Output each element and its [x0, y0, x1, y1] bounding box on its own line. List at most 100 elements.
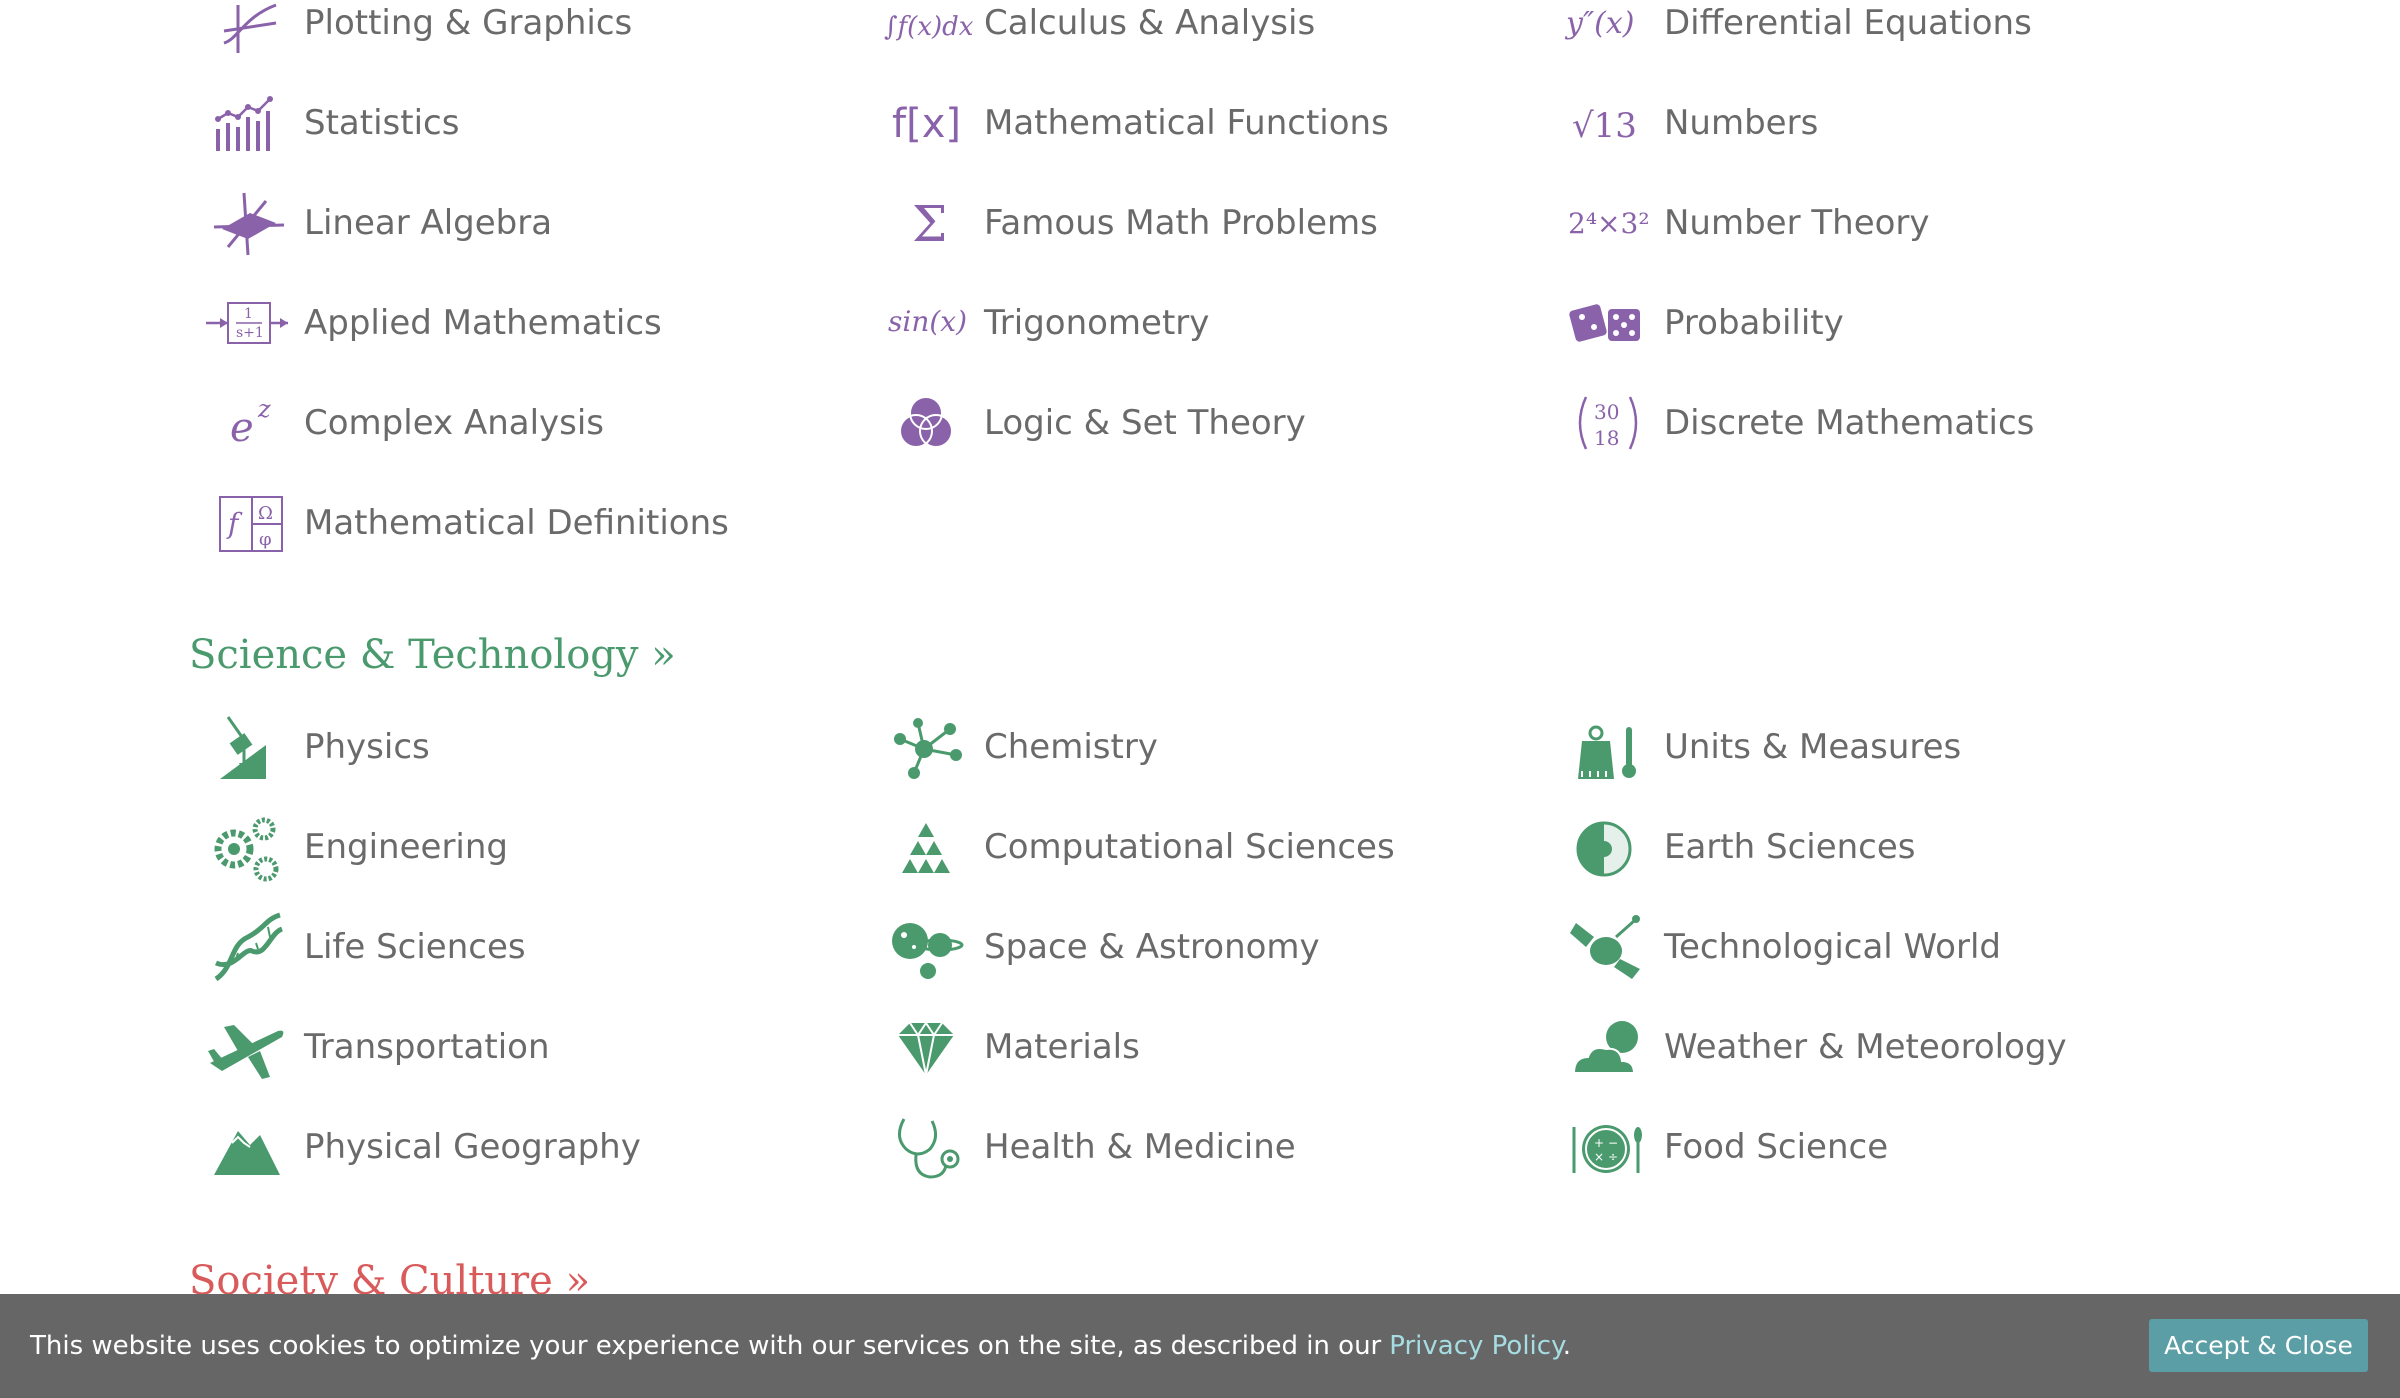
svg-text:sin(x): sin(x) — [888, 305, 967, 338]
svg-text:+: + — [1594, 1136, 1604, 1150]
venn-diagram-icon — [880, 381, 972, 465]
topic-label: Health & Medicine — [984, 1127, 1296, 1167]
sqrt-icon: √13 — [1560, 81, 1652, 165]
topic-label: Linear Algebra — [304, 203, 553, 243]
topic-label: Logic & Set Theory — [984, 403, 1306, 443]
topic-mathematical-functions[interactable]: f[x] Mathematical Functions — [880, 78, 1389, 168]
topic-differential-equations[interactable]: y″(x) Differential Equations — [1560, 0, 2032, 68]
triangle-pyramid-icon — [880, 805, 972, 889]
topic-label: Space & Astronomy — [984, 927, 1320, 967]
svg-text:2⁴×3²: 2⁴×3² — [1568, 207, 1650, 240]
topic-label: Plotting & Graphics — [304, 3, 633, 43]
section-title-science-technology[interactable]: Science & Technology » — [189, 632, 676, 678]
dice-icon — [1560, 281, 1652, 365]
topic-life-sciences[interactable]: Life Sciences — [200, 902, 526, 992]
topic-engineering[interactable]: Engineering — [200, 802, 508, 892]
sine-icon: sin(x) — [880, 281, 972, 365]
topic-numbers[interactable]: √13 Numbers — [1560, 78, 1818, 168]
topic-label: Computational Sciences — [984, 827, 1395, 867]
dna-icon — [200, 905, 292, 989]
svg-text:30: 30 — [1594, 400, 1619, 424]
svg-text:Σ: Σ — [912, 195, 947, 253]
svg-text:y″(x): y″(x) — [1564, 6, 1634, 41]
power-product-icon: 2⁴×3² — [1560, 181, 1652, 265]
svg-text:18: 18 — [1594, 426, 1619, 450]
svg-text:∫f(x)dx: ∫f(x)dx — [884, 12, 974, 42]
bar-chart-icon — [200, 81, 292, 165]
svg-text:√13: √13 — [1572, 106, 1637, 146]
svg-text:−: − — [1608, 1136, 1618, 1150]
topic-famous-math-problems[interactable]: Σ Famous Math Problems — [880, 178, 1378, 268]
plot-icon — [200, 0, 292, 65]
molecule-icon — [880, 705, 972, 789]
transfer-function-icon: 1 s+1 — [200, 281, 292, 365]
physics-icon — [200, 705, 292, 789]
topic-chemistry[interactable]: Chemistry — [880, 702, 1158, 792]
derivative-icon: y″(x) — [1560, 0, 1652, 65]
topic-weather-meteorology[interactable]: Weather & Meteorology — [1560, 1002, 2067, 1092]
privacy-policy-link[interactable]: Privacy Policy — [1389, 1331, 1562, 1361]
sigma-icon: Σ — [880, 181, 972, 265]
topic-number-theory[interactable]: 2⁴×3² Number Theory — [1560, 178, 1930, 268]
svg-text:z: z — [257, 395, 271, 423]
topic-label: Materials — [984, 1027, 1140, 1067]
satellite-icon — [1560, 905, 1652, 989]
diamond-icon — [880, 1005, 972, 1089]
topic-linear-algebra[interactable]: Linear Algebra — [200, 178, 552, 268]
topic-health-medicine[interactable]: Health & Medicine — [880, 1102, 1296, 1192]
topic-technological-world[interactable]: Technological World — [1560, 902, 2001, 992]
topic-trigonometry[interactable]: sin(x) Trigonometry — [880, 278, 1209, 368]
topic-label: Transportation — [304, 1027, 550, 1067]
exponential-icon: e z — [200, 381, 292, 465]
gears-icon — [200, 805, 292, 889]
cookie-consent-bar: This website uses cookies to optimize yo… — [0, 1294, 2400, 1398]
topic-label: Weather & Meteorology — [1664, 1027, 2067, 1067]
topic-label: Engineering — [304, 827, 508, 867]
topic-label: Physics — [304, 727, 430, 767]
topic-materials[interactable]: Materials — [880, 1002, 1140, 1092]
topic-discrete-mathematics[interactable]: 30 18 Discrete Mathematics — [1560, 378, 2034, 468]
topic-complex-analysis[interactable]: e z Complex Analysis — [200, 378, 604, 468]
planets-icon — [880, 905, 972, 989]
topic-label: Earth Sciences — [1664, 827, 1916, 867]
plate-icon: + − × ÷ — [1560, 1105, 1652, 1189]
airplane-icon — [200, 1005, 292, 1089]
svg-text:÷: ÷ — [1608, 1150, 1618, 1164]
mountain-icon — [200, 1105, 292, 1189]
topic-physics[interactable]: Physics — [200, 702, 430, 792]
svg-text:f[x]: f[x] — [892, 101, 961, 147]
topic-label: Life Sciences — [304, 927, 526, 967]
accept-close-button[interactable]: Accept & Close — [2149, 1319, 2368, 1372]
topic-physical-geography[interactable]: Physical Geography — [200, 1102, 641, 1192]
topic-applied-mathematics[interactable]: 1 s+1 Applied Mathematics — [200, 278, 662, 368]
topic-label: Trigonometry — [984, 303, 1210, 343]
cookie-message-text: This website uses cookies to optimize yo… — [30, 1331, 1382, 1361]
svg-text:φ: φ — [259, 529, 272, 550]
weight-thermometer-icon — [1560, 705, 1652, 789]
topic-units-measures[interactable]: Units & Measures — [1560, 702, 1961, 792]
topic-label: Calculus & Analysis — [984, 3, 1316, 43]
topic-earth-sciences[interactable]: Earth Sciences — [1560, 802, 1916, 892]
svg-text:×: × — [1594, 1150, 1604, 1164]
svg-text:f: f — [226, 507, 243, 540]
topic-label: Complex Analysis — [304, 403, 605, 443]
topic-plotting-graphics[interactable]: Plotting & Graphics — [200, 0, 632, 68]
topic-statistics[interactable]: Statistics — [200, 78, 459, 168]
topic-space-astronomy[interactable]: Space & Astronomy — [880, 902, 1320, 992]
topic-mathematical-definitions[interactable]: f Ω φ Mathematical Definitions — [200, 478, 729, 568]
topic-label: Discrete Mathematics — [1664, 403, 2035, 443]
topic-probability[interactable]: Probability — [1560, 278, 1844, 368]
topic-logic-set-theory[interactable]: Logic & Set Theory — [880, 378, 1306, 468]
svg-text:s+1: s+1 — [236, 325, 264, 341]
integral-icon: ∫f(x)dx — [880, 0, 974, 65]
topic-label: Physical Geography — [304, 1127, 641, 1167]
topic-label: Numbers — [1664, 103, 1819, 143]
svg-text:e: e — [230, 405, 254, 451]
topic-transportation[interactable]: Transportation — [200, 1002, 550, 1092]
topic-calculus-analysis[interactable]: ∫f(x)dx Calculus & Analysis — [880, 0, 1315, 68]
topic-computational-sciences[interactable]: Computational Sciences — [880, 802, 1395, 892]
cookie-message-period: . — [1562, 1331, 1572, 1361]
topic-label: Probability — [1664, 303, 1844, 343]
topic-label: Units & Measures — [1664, 727, 1962, 767]
topic-food-science[interactable]: + − × ÷ Food Science — [1560, 1102, 1888, 1192]
